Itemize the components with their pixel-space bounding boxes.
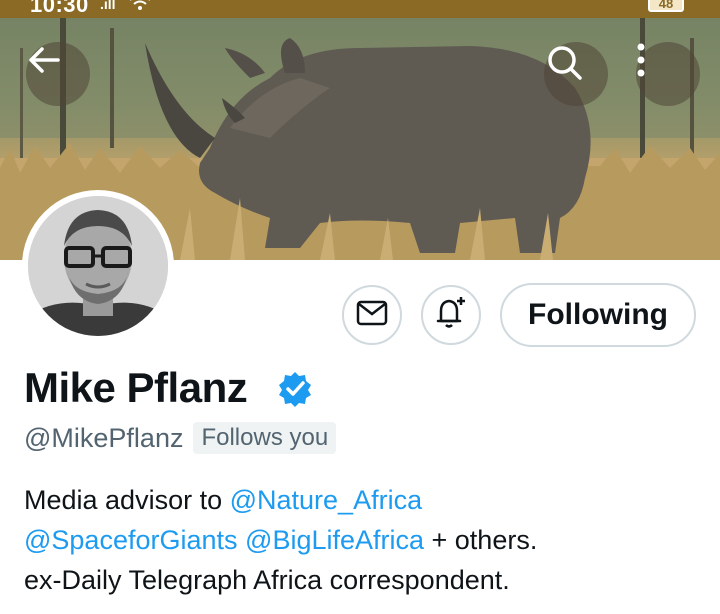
status-time: 10:30 — [30, 0, 89, 17]
bell-plus-icon — [433, 295, 469, 336]
follows-you-badge: Follows you — [193, 422, 337, 454]
battery-indicator: 48 — [648, 0, 684, 12]
verified-badge-icon — [276, 370, 314, 413]
handle-row: @MikePflanz Follows you — [24, 422, 337, 454]
bio-prefix: Media advisor to — [24, 485, 230, 515]
bio-middle: + others. — [424, 525, 538, 555]
signal-icon: .ıll — [100, 0, 116, 12]
mention-link[interactable]: @BigLifeAfrica — [245, 525, 424, 555]
mail-icon — [356, 300, 388, 331]
more-button[interactable] — [636, 42, 700, 106]
following-button[interactable]: Following — [500, 283, 696, 347]
bio-line: ex-Daily Telegraph Africa correspondent. — [24, 565, 510, 595]
mention-link[interactable]: @Nature_Africa — [230, 485, 422, 515]
profile-handle: @MikePflanz — [24, 422, 184, 453]
avatar[interactable] — [22, 190, 174, 342]
search-button[interactable] — [544, 42, 608, 106]
back-button[interactable] — [26, 42, 90, 106]
mention-link[interactable]: @SpaceforGiants — [24, 525, 238, 555]
message-button[interactable] — [342, 285, 402, 345]
status-bar: 10:30 .ıll 48 — [0, 0, 720, 18]
wifi-icon — [128, 0, 152, 15]
profile-name: Mike Pflanz — [24, 364, 248, 411]
notifications-button[interactable] — [421, 285, 481, 345]
profile-bio: Media advisor to @Nature_Africa @Spacefo… — [24, 480, 704, 600]
